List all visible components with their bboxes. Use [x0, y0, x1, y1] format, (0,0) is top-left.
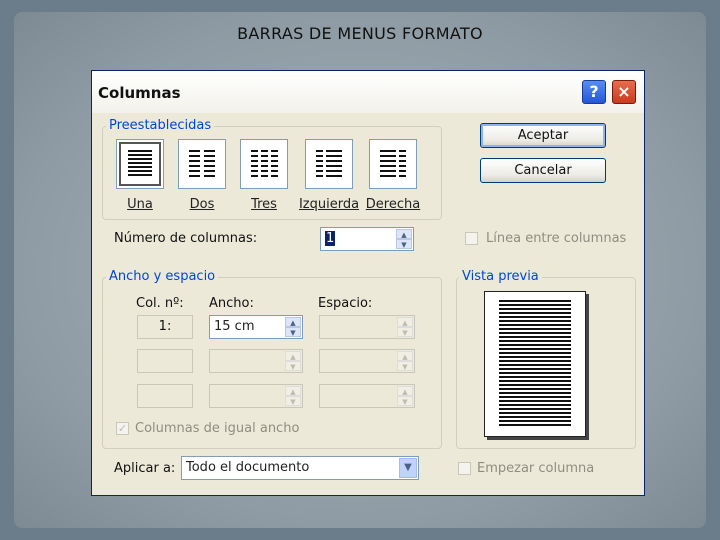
apply-to-select[interactable]: Todo el documento ▼: [181, 456, 419, 480]
spin-up-icon: ▲: [285, 386, 301, 396]
spin-up-icon[interactable]: ▲: [396, 229, 412, 239]
spin-up-icon: ▲: [397, 351, 413, 361]
spacing-input-2: ▲ ▼: [319, 349, 415, 373]
spin-up-icon[interactable]: ▲: [285, 317, 301, 327]
spacing-spinner-1: ▲ ▼: [397, 317, 413, 337]
line-between-label: Línea entre columnas: [486, 231, 627, 246]
spacing-header: Espacio:: [318, 296, 373, 311]
num-columns-spinner[interactable]: ▲ ▼: [396, 229, 412, 249]
spin-down-icon[interactable]: ▼: [396, 239, 412, 249]
accept-button[interactable]: Aceptar: [480, 123, 606, 148]
spacing-input-1: ▲ ▼: [319, 315, 415, 339]
width-input-1[interactable]: 15 cm ▲ ▼: [209, 315, 303, 339]
spin-up-icon: ▲: [397, 386, 413, 396]
width-value-1: 15 cm: [214, 319, 255, 334]
num-columns-label: Número de columnas:: [114, 231, 258, 246]
width-spacing-group-label: Ancho y espacio: [106, 269, 219, 284]
spin-down-icon: ▼: [285, 396, 301, 406]
help-icon: ?: [589, 82, 599, 101]
close-button[interactable]: ×: [612, 80, 636, 104]
dialog-titlebar[interactable]: Columnas ? ×: [92, 71, 644, 113]
width-spinner-3: ▲ ▼: [285, 386, 301, 406]
right-columns-icon: [380, 150, 406, 177]
col-number-cell-2: [137, 349, 193, 373]
spin-down-icon: ▼: [397, 396, 413, 406]
line-between-checkbox[interactable]: [465, 232, 478, 245]
two-columns-icon: [189, 150, 215, 177]
num-columns-value: 1: [325, 231, 336, 246]
spacing-input-3: ▲ ▼: [319, 384, 415, 408]
spin-down-icon: ▼: [397, 361, 413, 371]
help-button[interactable]: ?: [582, 80, 606, 104]
equal-width-checkbox[interactable]: ✓: [116, 422, 129, 435]
preset-una-label[interactable]: Una: [105, 197, 175, 212]
preset-dos[interactable]: [178, 139, 226, 189]
equal-width-label: Columnas de igual ancho: [135, 421, 300, 436]
spin-down-icon[interactable]: ▼: [285, 327, 301, 337]
check-icon: ✓: [117, 422, 128, 435]
width-spinner-1[interactable]: ▲ ▼: [285, 317, 301, 337]
preview-page: [484, 291, 586, 437]
preset-una[interactable]: [116, 139, 164, 189]
preset-izquierda[interactable]: [305, 139, 353, 189]
spin-down-icon: ▼: [285, 361, 301, 371]
preset-dos-label[interactable]: Dos: [167, 197, 237, 212]
width-input-3: ▲ ▼: [209, 384, 303, 408]
chevron-down-icon[interactable]: ▼: [399, 458, 417, 478]
spacing-spinner-2: ▲ ▼: [397, 351, 413, 371]
columns-dialog: Columnas ? × Preestablecidas Una Dos Tre…: [91, 70, 645, 496]
col-number-cell-3: [137, 384, 193, 408]
preset-tres[interactable]: [240, 139, 288, 189]
left-columns-icon: [316, 150, 342, 177]
presets-group-label: Preestablecidas: [106, 118, 215, 133]
preset-derecha-label[interactable]: Derecha: [358, 197, 428, 212]
apply-to-value: Todo el documento: [186, 460, 310, 475]
spin-down-icon: ▼: [397, 327, 413, 337]
start-column-checkbox[interactable]: [458, 462, 471, 475]
dialog-title: Columnas: [98, 84, 181, 102]
width-input-2: ▲ ▼: [209, 349, 303, 373]
close-icon: ×: [617, 82, 631, 101]
cancel-button[interactable]: Cancelar: [480, 158, 606, 183]
width-header: Ancho:: [209, 296, 254, 311]
preset-derecha[interactable]: [369, 139, 417, 189]
apply-to-label: Aplicar a:: [114, 461, 176, 476]
preset-izquierda-label[interactable]: Izquierda: [294, 197, 364, 212]
spin-up-icon: ▲: [285, 351, 301, 361]
preview-group-label: Vista previa: [459, 269, 542, 284]
preview-lines-icon: [499, 300, 571, 426]
preset-tres-label[interactable]: Tres: [229, 197, 299, 212]
start-column-label: Empezar columna: [477, 461, 595, 476]
num-columns-input[interactable]: 1 ▲ ▼: [320, 227, 414, 251]
slide-title: BARRAS DE MENUS FORMATO: [237, 24, 483, 43]
width-spinner-2: ▲ ▼: [285, 351, 301, 371]
col-number-header: Col. nº:: [136, 296, 184, 311]
spacing-spinner-3: ▲ ▼: [397, 386, 413, 406]
col-number-cell-1: 1:: [137, 315, 193, 339]
col-number-value-1: 1:: [158, 319, 172, 334]
three-columns-icon: [251, 150, 278, 177]
one-column-icon: [128, 150, 152, 176]
spin-up-icon: ▲: [397, 317, 413, 327]
